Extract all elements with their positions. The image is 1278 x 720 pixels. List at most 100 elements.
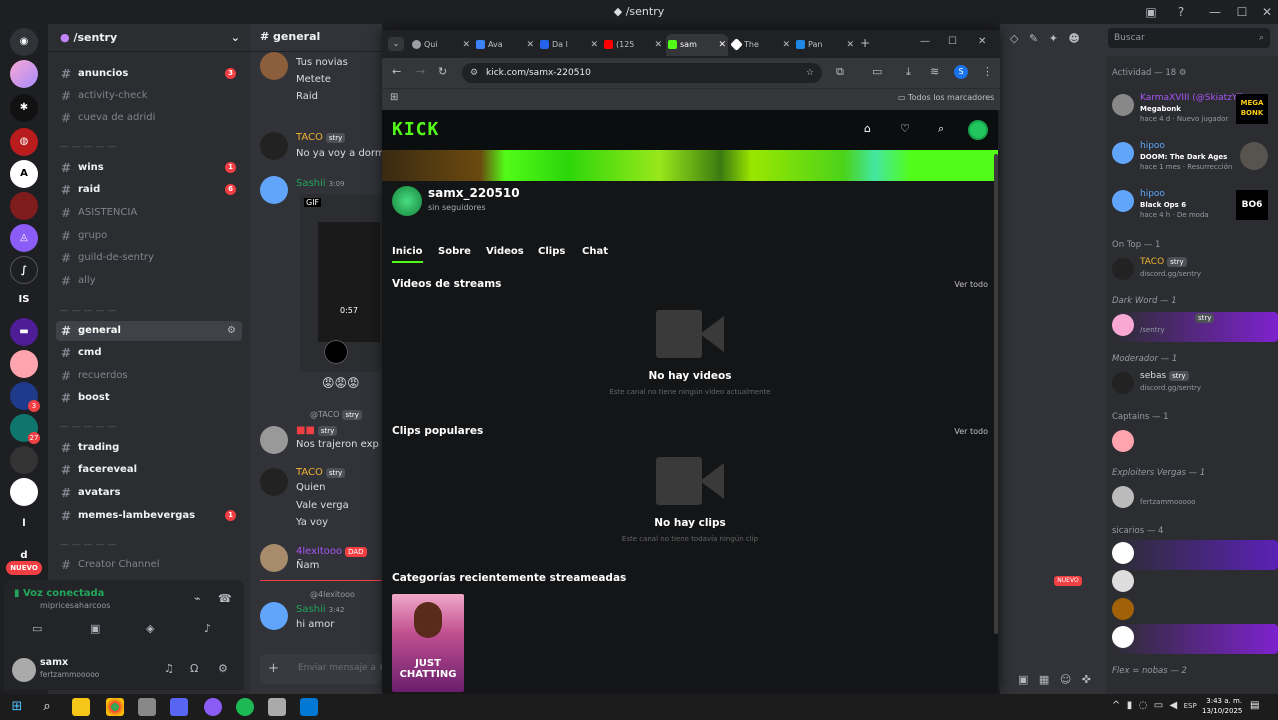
- channel-item-general[interactable]: # general ⚙: [56, 321, 242, 341]
- member-item[interactable]: [1112, 596, 1278, 626]
- emoji-icon[interactable]: ☺: [1060, 673, 1071, 686]
- app-icon[interactable]: [204, 698, 222, 716]
- inbox-icon[interactable]: ▣: [1142, 3, 1160, 21]
- store-icon[interactable]: ⌂: [864, 122, 871, 135]
- activity-card[interactable]: hipoo DOOM: The Dark Ages hace 1 mes · R…: [1112, 140, 1278, 171]
- channel-item[interactable]: # cmd: [56, 343, 242, 363]
- member-item[interactable]: [1112, 568, 1278, 598]
- maximize-button[interactable]: ☐: [1233, 3, 1251, 21]
- browser-tab[interactable]: Pan ✕: [794, 34, 856, 56]
- member-item[interactable]: TACO stry discord.gg/sentry: [1112, 256, 1278, 286]
- media-icon[interactable]: ≋: [930, 65, 939, 78]
- spotify-icon[interactable]: [236, 698, 254, 716]
- app-icon[interactable]: [268, 698, 286, 716]
- server-icon[interactable]: IS: [10, 286, 38, 314]
- channel-item[interactable]: # recuerdos: [56, 366, 242, 386]
- server-icon[interactable]: [10, 446, 38, 474]
- gif-embed[interactable]: GIF 0:57: [300, 194, 382, 372]
- add-attachment-icon[interactable]: +: [268, 661, 279, 676]
- server-icon[interactable]: [10, 60, 38, 88]
- server-icon[interactable]: ▬: [10, 318, 38, 346]
- browser-tab[interactable]: Da l ✕: [538, 34, 600, 56]
- notification-icon[interactable]: ✎: [1029, 32, 1038, 45]
- search-icon[interactable]: ⌕: [38, 698, 56, 716]
- browser-tab[interactable]: The ✕: [730, 34, 792, 56]
- tab-inicio[interactable]: Inicio: [392, 246, 423, 263]
- category-card-just-chatting[interactable]: JUST CHATTING: [392, 594, 464, 692]
- tab-clips[interactable]: Clips: [538, 246, 565, 257]
- pin-icon[interactable]: ✦: [1049, 32, 1058, 45]
- server-icon[interactable]: [10, 192, 38, 220]
- avatar[interactable]: [12, 658, 36, 682]
- channel-item[interactable]: # trading: [56, 438, 242, 458]
- tab-chat[interactable]: Chat: [582, 246, 608, 257]
- cast-icon[interactable]: ▭: [872, 65, 882, 78]
- server-icon[interactable]: ◬: [10, 224, 38, 252]
- server-icon[interactable]: ◍: [10, 128, 38, 156]
- reply-mention[interactable]: @TACO stry: [310, 410, 362, 420]
- message-input[interactable]: + Enviar mensaje a #: [260, 654, 382, 684]
- chrome-icon[interactable]: [106, 698, 124, 716]
- reply-mention[interactable]: @4lexitooo: [310, 590, 355, 599]
- screen-share-icon[interactable]: ▣: [90, 622, 100, 635]
- notifications-icon[interactable]: ▤: [1250, 700, 1259, 711]
- maximize-button[interactable]: ☐: [948, 36, 957, 47]
- browser-tab[interactable]: (125 ✕: [602, 34, 664, 56]
- gift-icon[interactable]: ▣: [1018, 673, 1028, 686]
- member-item[interactable]: fertzammooooo: [1112, 484, 1278, 514]
- member-item[interactable]: stry /sentry: [1112, 312, 1278, 342]
- channel-item[interactable]: # Creator Channel: [56, 555, 242, 575]
- channel-item[interactable]: # facereveal: [56, 460, 242, 480]
- settings-gear-icon[interactable]: ⚙: [218, 662, 228, 675]
- threads-icon[interactable]: ◇: [1010, 32, 1018, 45]
- minimize-button[interactable]: —: [1206, 3, 1224, 21]
- system-tray[interactable]: ^ ▮ ◌ ▭ ◀ ESP: [1112, 700, 1197, 711]
- channel-item[interactable]: # anuncios 3: [56, 64, 242, 84]
- menu-icon[interactable]: ⋮: [982, 65, 993, 78]
- tab-search-icon[interactable]: ⌄: [388, 37, 404, 51]
- close-button[interactable]: ✕: [1258, 3, 1276, 21]
- channel-item[interactable]: # raid 6: [56, 180, 242, 200]
- headphones-icon[interactable]: Ω: [190, 662, 198, 675]
- members-icon[interactable]: ☻: [1068, 32, 1079, 45]
- app-icon[interactable]: [300, 698, 318, 716]
- soundboard-icon[interactable]: ♪: [204, 622, 211, 635]
- scrollbar[interactable]: [994, 154, 998, 634]
- server-icon[interactable]: l: [10, 510, 38, 538]
- server-icon[interactable]: ∫: [10, 256, 38, 284]
- apps-grid-icon[interactable]: ⊞: [390, 92, 398, 103]
- app-icon[interactable]: [138, 698, 156, 716]
- reaction-emoji[interactable]: 😡😡😡: [322, 376, 360, 390]
- clock[interactable]: 3:43 a. m. 13/10/2025: [1202, 696, 1242, 716]
- server-header[interactable]: ● /sentry ⌄: [48, 24, 250, 52]
- browser-tab[interactable]: Ava ✕: [474, 34, 536, 56]
- kick-logo[interactable]: KICK: [392, 119, 439, 140]
- start-menu-icon[interactable]: ⊞: [8, 698, 26, 716]
- close-button[interactable]: ✕: [978, 36, 986, 47]
- site-info-icon[interactable]: ⚙: [470, 63, 478, 83]
- discord-home-icon[interactable]: ◉: [10, 28, 38, 56]
- reload-icon[interactable]: ↻: [438, 65, 447, 78]
- tab-videos[interactable]: Videos: [486, 246, 524, 257]
- discord-icon[interactable]: [170, 698, 188, 716]
- disconnect-icon[interactable]: ☎: [218, 592, 232, 605]
- server-icon[interactable]: [10, 350, 38, 378]
- microphone-icon[interactable]: ♫: [164, 662, 174, 675]
- back-icon[interactable]: ←: [392, 65, 401, 78]
- url-input[interactable]: ⚙ kick.com/samx-220510 ☆: [462, 63, 822, 83]
- tab-sobre[interactable]: Sobre: [438, 246, 471, 257]
- channel-item[interactable]: # boost: [56, 388, 242, 408]
- channel-item[interactable]: # ASISTENCIA: [56, 203, 242, 223]
- user-avatar[interactable]: [968, 120, 988, 140]
- search-icon[interactable]: ⌕: [938, 122, 944, 136]
- channel-item[interactable]: # guild-de-sentry: [56, 248, 242, 268]
- member-item[interactable]: [1112, 540, 1278, 570]
- file-explorer-icon[interactable]: [72, 698, 90, 716]
- help-icon[interactable]: ?: [1172, 3, 1190, 21]
- activity-icon[interactable]: ◈: [146, 622, 154, 635]
- noise-icon[interactable]: ⌁: [194, 592, 201, 605]
- profile-avatar[interactable]: S: [954, 65, 968, 79]
- see-all-link[interactable]: Ver todo: [954, 280, 988, 289]
- activity-card[interactable]: hipoo Black Ops 6 hace 4 h · De moda BO6: [1112, 188, 1278, 220]
- apps-icon[interactable]: ✜: [1082, 673, 1091, 686]
